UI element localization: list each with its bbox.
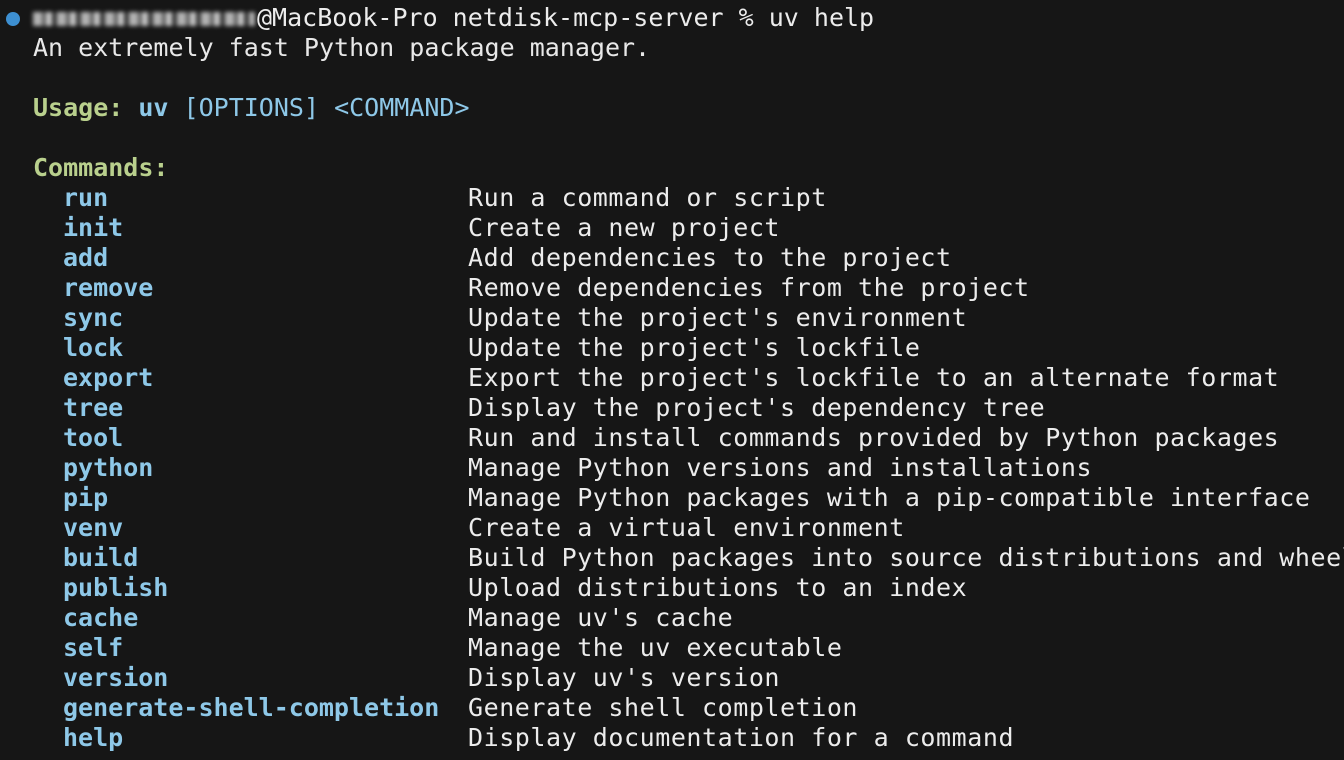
command-name: lock — [63, 333, 124, 362]
command-description: Create a virtual environment — [468, 513, 905, 542]
command-name: tree — [63, 393, 124, 422]
command-description: Create a new project — [468, 213, 781, 242]
command-description: Display the project's dependency tree — [468, 393, 1046, 422]
command-name: sync — [63, 303, 124, 332]
command-description: Display documentation for a command — [468, 723, 1015, 752]
command-description: Remove dependencies from the project — [468, 273, 1030, 302]
command-name: export — [63, 363, 154, 392]
command-name: run — [63, 183, 109, 212]
usage-label: Usage: — [33, 93, 124, 122]
commands-heading: Commands: — [33, 153, 169, 182]
prompt-line: @MacBook-Pro netdisk-mcp-server % uv hel… — [33, 3, 874, 33]
command-description: Add dependencies to the project — [468, 243, 952, 272]
command-description: Run and install commands provided by Pyt… — [468, 423, 1280, 452]
usage-command-placeholder: <COMMAND> — [334, 93, 470, 122]
command-name: cache — [63, 603, 139, 632]
command-name: help — [63, 723, 124, 752]
redacted-username — [33, 12, 255, 26]
command-description: Build Python packages into source distri… — [468, 543, 1344, 572]
command-name: generate-shell-completion — [63, 693, 440, 722]
command-description: Manage Python packages with a pip-compat… — [468, 483, 1311, 512]
command-name: venv — [63, 513, 124, 542]
command-name: add — [63, 243, 109, 272]
command-name: publish — [63, 573, 169, 602]
usage-options: [OPTIONS] — [183, 93, 320, 122]
command-name: tool — [63, 423, 124, 452]
command-name: pip — [63, 483, 109, 512]
usage-program: uv — [138, 93, 169, 122]
command-name: version — [63, 663, 169, 692]
command-description: Display uv's version — [468, 663, 781, 692]
usage-line: Usage: uv [OPTIONS] <COMMAND> — [33, 93, 470, 123]
command-name: python — [63, 453, 154, 482]
command-name: self — [63, 633, 124, 662]
command-description: Manage uv's cache — [468, 603, 734, 632]
command-description: Manage Python versions and installations — [468, 453, 1093, 482]
prompt-host-path: @MacBook-Pro netdisk-mcp-server % — [257, 3, 769, 32]
prompt-command: uv help — [768, 3, 875, 32]
command-description: Manage the uv executable — [468, 633, 843, 662]
command-name: remove — [63, 273, 154, 302]
command-description: Update the project's environment — [468, 303, 968, 332]
command-name: build — [63, 543, 139, 572]
command-description: Export the project's lockfile to an alte… — [468, 363, 1280, 392]
command-name: init — [63, 213, 124, 242]
command-status-dot-icon — [6, 12, 20, 26]
tool-description: An extremely fast Python package manager… — [33, 33, 651, 62]
command-description: Update the project's lockfile — [468, 333, 921, 362]
command-description: Generate shell completion — [468, 693, 859, 722]
terminal-window[interactable]: @MacBook-Pro netdisk-mcp-server % uv hel… — [0, 0, 1344, 760]
command-description: Run a command or script — [468, 183, 827, 212]
command-description: Upload distributions to an index — [468, 573, 968, 602]
